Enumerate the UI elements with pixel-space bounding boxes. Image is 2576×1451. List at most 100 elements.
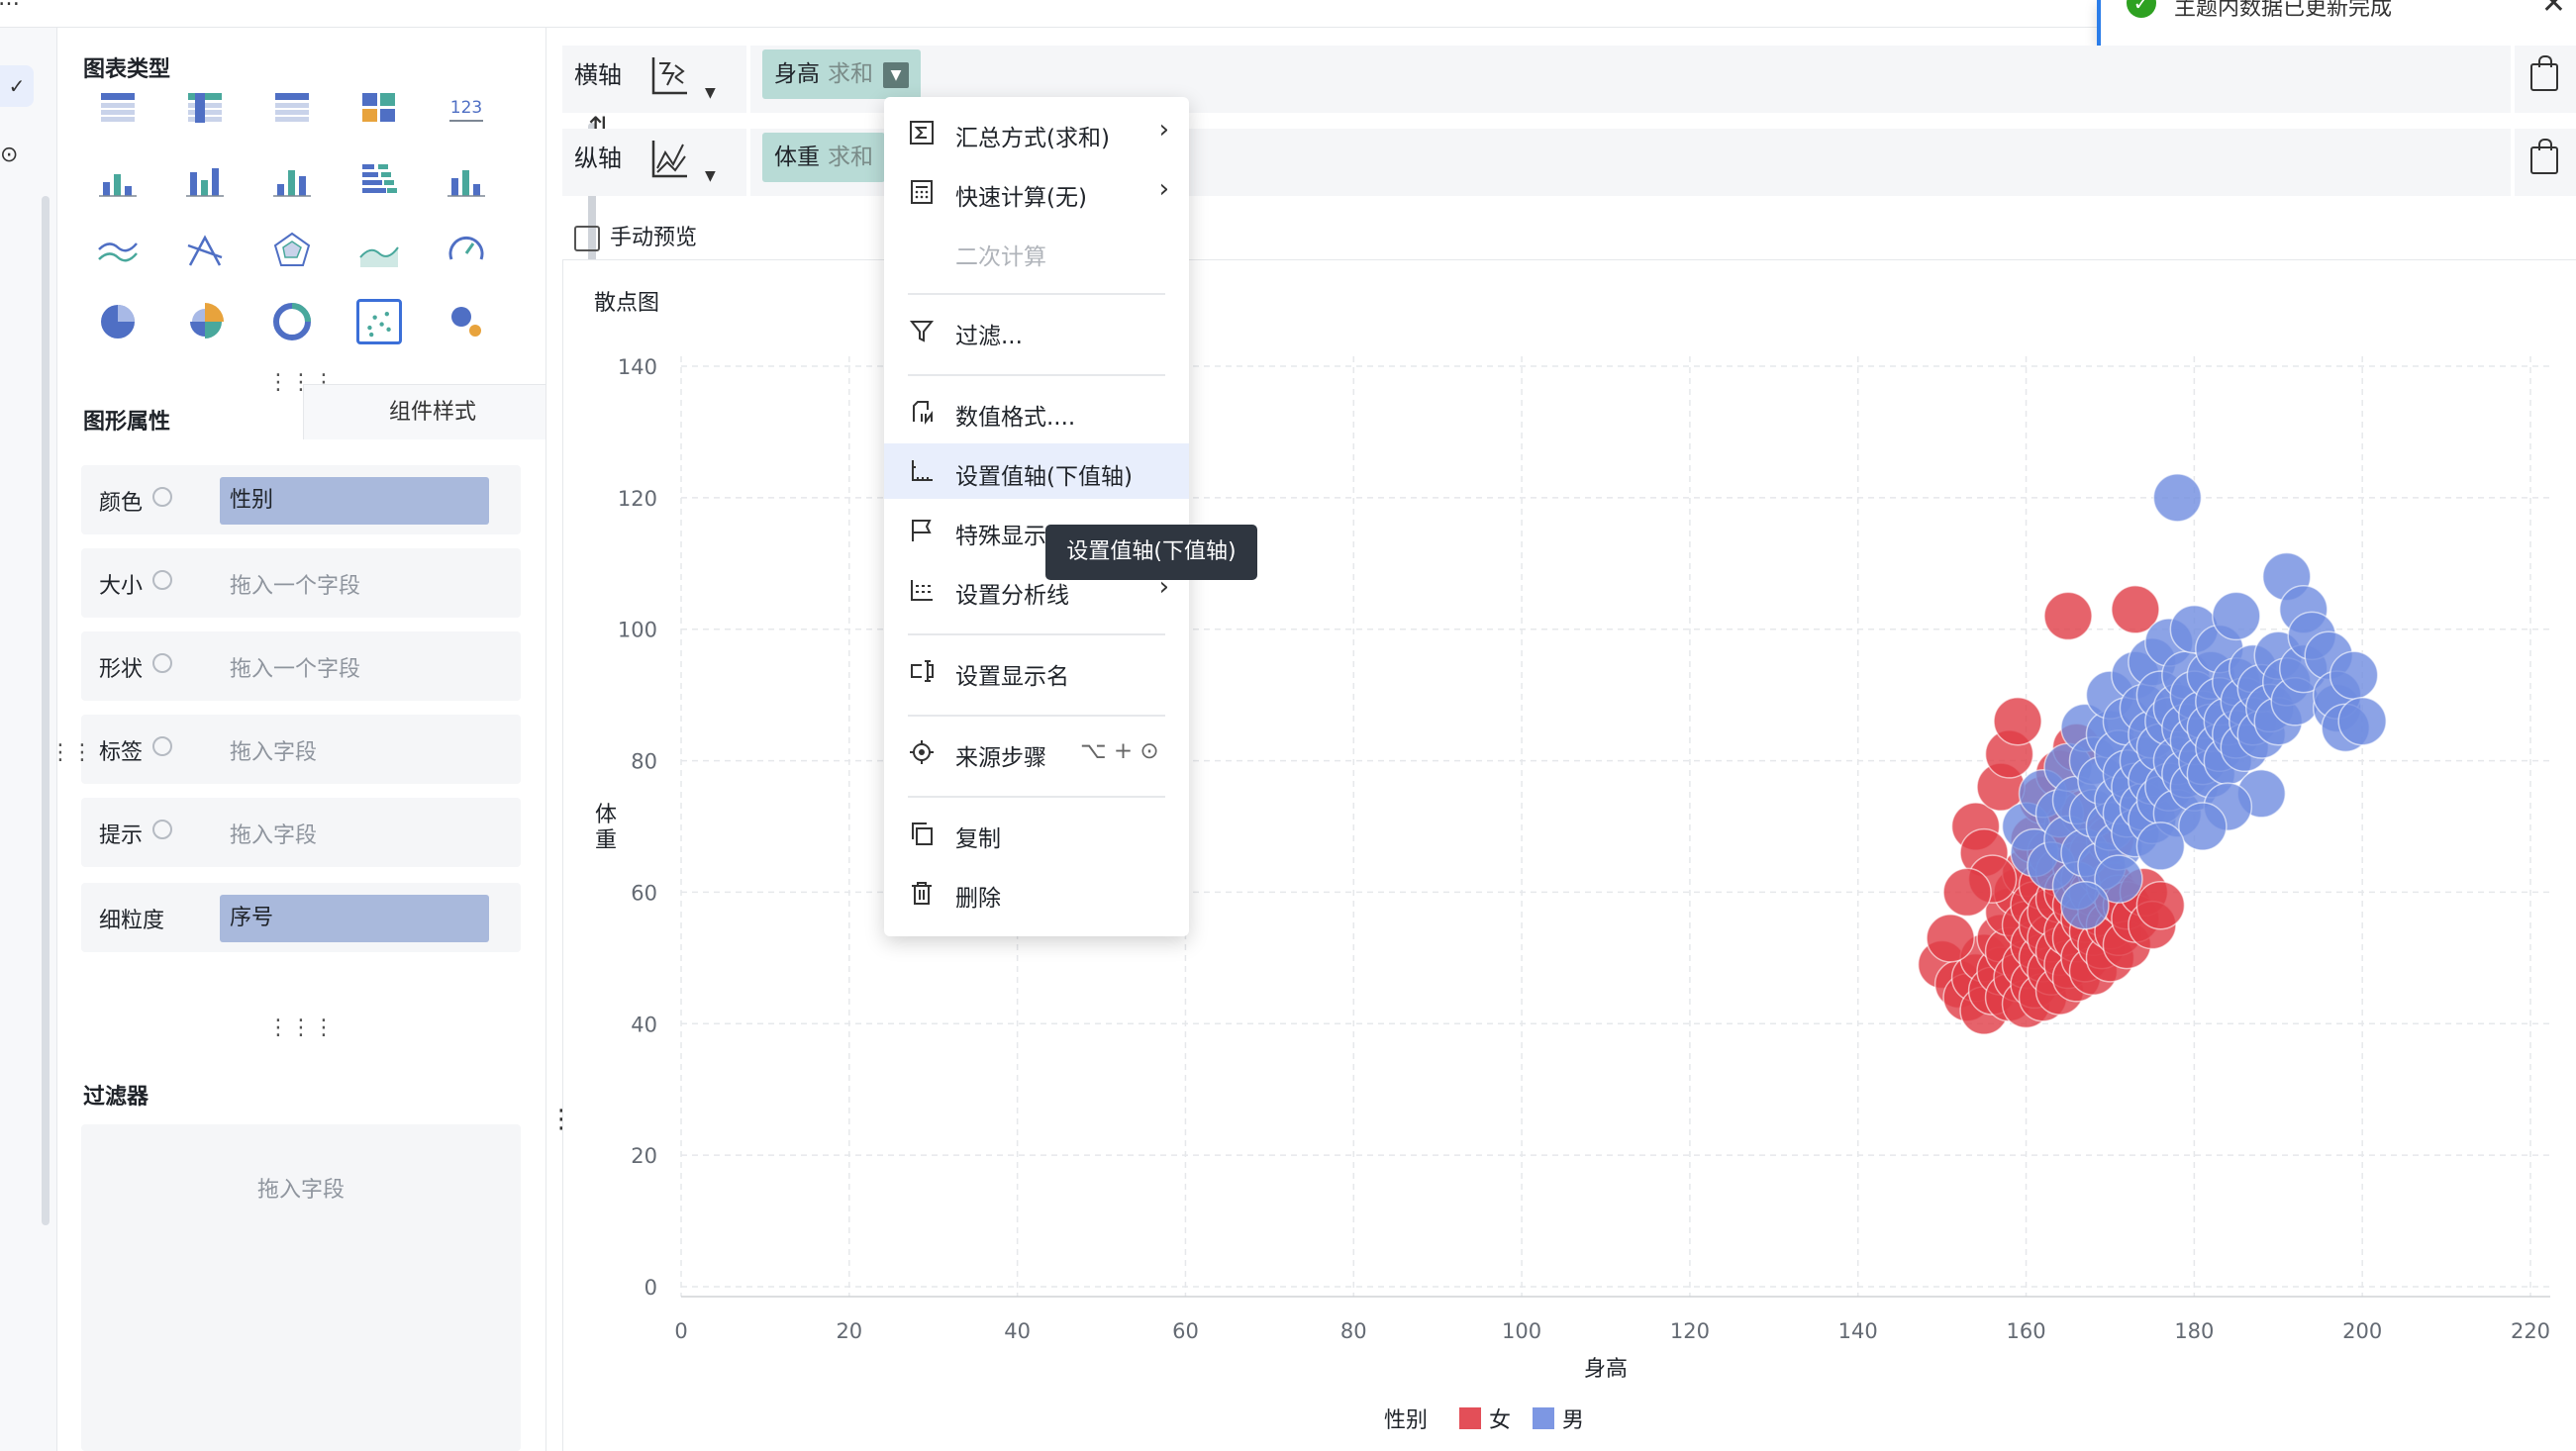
line-icon[interactable] xyxy=(95,228,141,273)
field-dropzone[interactable]: 拖入字段 xyxy=(230,734,317,766)
filter-dropzone[interactable]: 拖入字段 xyxy=(81,1124,521,1451)
menu-item[interactable]: 删除 xyxy=(884,865,1189,920)
data-point[interactable] xyxy=(2135,822,2186,871)
rename-icon xyxy=(911,660,934,682)
polar-icon[interactable] xyxy=(269,228,315,273)
x-field-agg: 求和 xyxy=(828,61,873,87)
menu-item[interactable]: 设置值轴(下值轴) xyxy=(884,443,1189,499)
data-point[interactable] xyxy=(2337,696,2387,746)
x-axis-icon[interactable] xyxy=(645,51,693,99)
data-point[interactable] xyxy=(2135,880,2186,930)
data-point[interactable] xyxy=(2152,473,2203,523)
y-axis-icon[interactable] xyxy=(645,135,693,182)
svg-text:123: 123 xyxy=(450,98,482,118)
success-check-icon: ✓ xyxy=(2127,0,2156,18)
mouse-icon: ⊙ xyxy=(1139,738,1159,764)
bubble-icon[interactable] xyxy=(444,299,489,344)
gear-icon[interactable] xyxy=(152,487,172,507)
area-icon[interactable] xyxy=(356,228,402,273)
waterfall-icon[interactable] xyxy=(444,156,489,202)
card-icon[interactable] xyxy=(356,85,402,131)
field-dropzone[interactable]: 拖入字段 xyxy=(230,818,317,849)
column-icon[interactable] xyxy=(269,156,315,202)
shelf-divider xyxy=(746,129,750,196)
data-point[interactable] xyxy=(1993,696,2042,746)
chevron-right-icon: › xyxy=(1158,115,1169,145)
chevron-down-icon[interactable]: ▼ xyxy=(705,168,716,184)
flag-icon xyxy=(912,520,932,541)
menu-item[interactable]: 来源步骤 ⌥ + ⊙ xyxy=(884,725,1189,780)
legend-swatch[interactable] xyxy=(1533,1407,1554,1429)
legend-swatch[interactable] xyxy=(1459,1407,1481,1429)
resize-handle[interactable]: ⋮⋮⋮ xyxy=(267,1016,336,1040)
manual-preview-toggle[interactable]: 手动预览 xyxy=(574,220,697,251)
copy-icon xyxy=(912,822,933,845)
x-tick-label: 100 xyxy=(1502,1319,1541,1343)
legend-label[interactable]: 男 xyxy=(1562,1408,1584,1433)
y-axis-title: 体重 xyxy=(595,803,617,853)
y-field-pill[interactable]: 体重 求和 xyxy=(762,133,885,182)
panel-drag-handle[interactable]: ⋮⋮ xyxy=(50,740,93,765)
ring-icon[interactable] xyxy=(269,299,315,344)
gauge-icon[interactable] xyxy=(444,228,489,273)
breadcrumb-prev[interactable]: … xyxy=(0,0,20,11)
table-icon[interactable] xyxy=(95,85,141,131)
y-tick-label: 60 xyxy=(631,881,657,905)
gear-icon[interactable] xyxy=(152,653,172,673)
menu-item[interactable]: 设置显示名 xyxy=(884,643,1189,699)
close-icon[interactable]: ✕ xyxy=(2541,0,2566,21)
data-point[interactable] xyxy=(2043,591,2093,641)
menu-item[interactable]: 过滤... xyxy=(884,303,1189,358)
gear-icon[interactable] xyxy=(152,736,172,756)
field-pill[interactable]: 性别 xyxy=(220,477,489,525)
data-point[interactable] xyxy=(2328,650,2379,700)
scatter-icon[interactable] xyxy=(356,299,402,344)
x-tick-label: 220 xyxy=(2511,1319,2550,1343)
menu-item[interactable]: 汇总方式(求和) › xyxy=(884,105,1189,160)
tab-component-style[interactable]: 组件样式 xyxy=(303,384,546,439)
pie-icon[interactable] xyxy=(95,299,141,344)
radar-icon[interactable] xyxy=(182,228,228,273)
y-field-name: 体重 xyxy=(774,145,820,170)
pivot-table-icon[interactable] xyxy=(182,85,228,131)
lock-icon[interactable] xyxy=(2530,55,2558,91)
data-point[interactable] xyxy=(1942,867,1992,918)
detail-table-icon[interactable] xyxy=(269,85,315,131)
grouped-bar-icon[interactable] xyxy=(182,156,228,202)
field-dropzone[interactable]: 拖入一个字段 xyxy=(230,568,360,600)
x-field-pill[interactable]: 身高 求和 ▼ xyxy=(762,49,921,99)
tab-graphic-properties[interactable]: 图形属性 xyxy=(83,404,170,435)
shelf-divider xyxy=(746,46,750,113)
data-point[interactable] xyxy=(1926,914,1975,963)
y-tick-label: 100 xyxy=(618,619,657,642)
scatter-chart[interactable]: 0 20 40 60 80 100 120 140 160 180 200 220 0 20 40 60 80 1… xyxy=(562,327,2576,1451)
legend-label[interactable]: 女 xyxy=(1489,1408,1511,1433)
comment-icon[interactable]: ⊙ xyxy=(0,143,18,167)
field-dropzone[interactable]: 拖入一个字段 xyxy=(230,651,360,683)
data-point[interactable] xyxy=(2178,802,2228,851)
chevron-down-icon[interactable]: ▼ xyxy=(705,85,716,101)
data-point[interactable] xyxy=(2212,591,2261,641)
y-field-agg: 求和 xyxy=(828,145,873,170)
menu-item[interactable]: 复制 xyxy=(884,806,1189,861)
gear-icon[interactable] xyxy=(152,570,172,590)
shelf-divider xyxy=(2511,46,2515,113)
dropdown-icon[interactable]: ▼ xyxy=(883,61,909,88)
lock-icon[interactable] xyxy=(2530,139,2558,174)
data-point[interactable] xyxy=(2060,880,2110,930)
menu-item[interactable]: 快速计算(无) › xyxy=(884,164,1189,220)
kpi-number-icon[interactable]: 123 xyxy=(444,85,489,131)
rail-scrollbar[interactable] xyxy=(42,196,50,1225)
horizontal-bar-icon[interactable] xyxy=(356,156,402,202)
gear-icon[interactable] xyxy=(152,820,172,839)
filter-title: 过滤器 xyxy=(83,1085,149,1110)
success-toast: ✓ 主题内数据已更新完成 ✕ xyxy=(2097,0,2576,46)
menu-item[interactable]: 数值格式.... xyxy=(884,384,1189,439)
field-pill[interactable]: 序号 xyxy=(220,895,489,942)
checkbox[interactable] xyxy=(574,226,600,251)
legend-title: 性别 xyxy=(1384,1408,1428,1433)
stacked-bar-icon[interactable] xyxy=(95,156,141,202)
menu-item-label: 设置值轴(下值轴) xyxy=(955,464,1133,490)
check-icon[interactable]: ✓ xyxy=(0,65,34,107)
rose-icon[interactable] xyxy=(182,299,228,344)
